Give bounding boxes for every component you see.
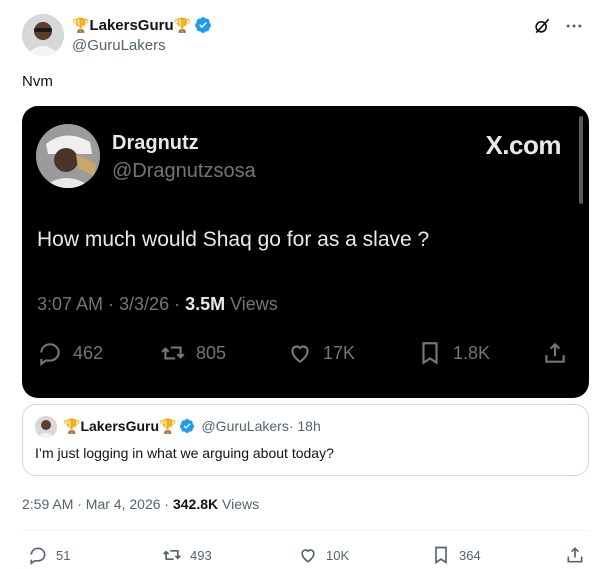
like-count: 10K bbox=[326, 547, 350, 563]
bookmark-count: 364 bbox=[459, 547, 481, 563]
embedded-like: 17K bbox=[287, 340, 355, 366]
heart-icon bbox=[301, 549, 315, 563]
embedded-share bbox=[542, 340, 568, 366]
share-icon bbox=[567, 547, 583, 563]
quoted-tweet[interactable]: 🏆 LakersGuru 🏆 @GuruLakers · 18h I’m jus… bbox=[22, 404, 589, 476]
embedded-bookmark-count: 1.8K bbox=[453, 342, 491, 363]
embedded-avatar bbox=[36, 124, 100, 188]
share-icon bbox=[545, 342, 565, 363]
author-display-name[interactable]: LakersGuru bbox=[89, 17, 173, 34]
repost-icon bbox=[161, 346, 185, 360]
reply-icon bbox=[40, 343, 60, 366]
tweet-header: 🏆 LakersGuru 🏆 @GuruLakers bbox=[0, 0, 602, 70]
author-avatar[interactable] bbox=[22, 14, 64, 56]
divider bbox=[22, 530, 589, 531]
embedded-tweet-text: How much would Shaq go for as a slave ? bbox=[37, 228, 430, 251]
trophy-icon: 🏆 bbox=[159, 418, 177, 434]
bookmark-button[interactable]: 364 bbox=[431, 545, 481, 565]
tweet-timestamp[interactable]: 2:59 AM · Mar 4, 2026 · bbox=[22, 496, 173, 512]
tweet-meta: 2:59 AM · Mar 4, 2026 · 342.8K Views bbox=[22, 496, 259, 512]
verified-badge-icon bbox=[195, 17, 211, 33]
embedded-reply-count: 462 bbox=[73, 342, 104, 363]
embedded-bookmark: 1.8K bbox=[417, 340, 490, 366]
tweet-media-image[interactable]: Dragnutz @Dragnutzsosa X.com How much wo… bbox=[22, 106, 589, 398]
quoted-author-avatar bbox=[35, 416, 57, 438]
trophy-icon: 🏆 bbox=[63, 418, 81, 434]
quoted-author-row: 🏆 LakersGuru 🏆 @GuruLakers · 18h bbox=[63, 418, 321, 434]
like-button[interactable]: 10K bbox=[298, 545, 349, 565]
reply-count: 51 bbox=[56, 547, 71, 563]
more-icon[interactable] bbox=[564, 16, 584, 36]
repost-button[interactable]: 493 bbox=[162, 545, 212, 565]
reply-button[interactable]: 51 bbox=[28, 545, 70, 565]
grok-icon[interactable] bbox=[532, 16, 552, 36]
embedded-handle: @Dragnutzsosa bbox=[112, 160, 256, 182]
embedded-repost: 805 bbox=[160, 340, 226, 366]
tweet-action-bar: 51 493 10K 364 bbox=[0, 545, 602, 567]
share-button[interactable] bbox=[565, 545, 585, 565]
author-name-row[interactable]: 🏆 LakersGuru 🏆 bbox=[72, 15, 212, 35]
header-actions bbox=[532, 16, 584, 36]
repost-icon bbox=[163, 550, 181, 560]
heart-icon bbox=[291, 345, 309, 363]
embedded-views-count: 3.5M bbox=[185, 294, 226, 314]
embedded-display-name: Dragnutz bbox=[112, 132, 199, 154]
embedded-views-label: Views bbox=[225, 294, 278, 314]
embedded-brand-logo: X.com bbox=[485, 130, 561, 160]
author-handle[interactable]: @GuruLakers bbox=[72, 37, 166, 54]
embedded-reply: 462 bbox=[37, 340, 103, 366]
quoted-handle: @GuruLakers bbox=[201, 418, 289, 434]
views-label: Views bbox=[218, 496, 260, 512]
bookmark-icon bbox=[435, 546, 447, 565]
embedded-action-bar: 462 805 17K 1.8K bbox=[22, 340, 589, 370]
quoted-time: · 18h bbox=[288, 418, 321, 434]
tweet-text: Nvm bbox=[22, 73, 53, 90]
quoted-text: I’m just logging in what we arguing abou… bbox=[35, 445, 334, 461]
verified-badge-icon bbox=[180, 419, 195, 433]
trophy-icon: 🏆 bbox=[173, 17, 192, 33]
embedded-tweet-meta: 3:07 AM · 3/3/26 · 3.5M Views bbox=[37, 294, 278, 315]
trophy-icon: 🏆 bbox=[72, 17, 90, 33]
views-count: 342.8K bbox=[172, 496, 219, 512]
embedded-timestamp: 3:07 AM · 3/3/26 · bbox=[37, 294, 186, 314]
quoted-display-name: LakersGuru bbox=[80, 418, 160, 434]
reply-icon bbox=[30, 547, 46, 565]
embedded-repost-count: 805 bbox=[196, 342, 227, 363]
embedded-like-count: 17K bbox=[323, 342, 356, 363]
embedded-scrollbar bbox=[579, 116, 583, 204]
repost-count: 493 bbox=[190, 547, 212, 563]
bookmark-icon bbox=[422, 342, 438, 365]
